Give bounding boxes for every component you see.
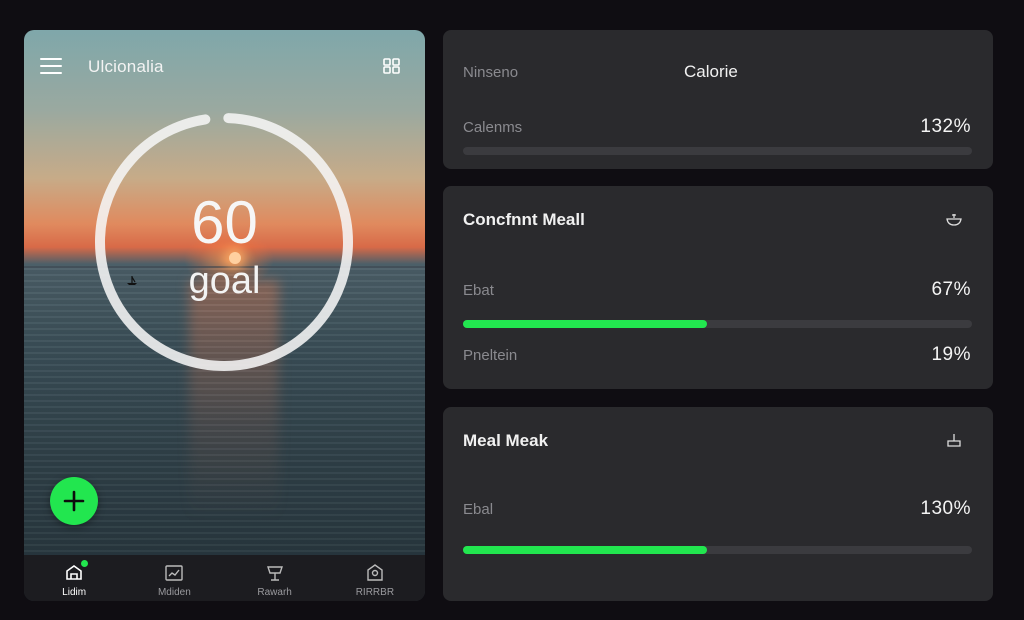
nav-item-food[interactable]: Rawarh <box>225 555 325 601</box>
protein-label: Pneltein <box>463 347 518 364</box>
calorie-summary-card: Ninseno Calorie Calenms 132% <box>443 30 993 169</box>
fat-progress-fill <box>463 546 708 554</box>
food-icon <box>266 566 283 581</box>
nav-label: RIRRBR <box>355 587 395 598</box>
calories-label: Calenms <box>463 119 523 136</box>
profile-icon <box>367 564 383 581</box>
summary-title: Calorie <box>684 62 738 81</box>
calories-progress-track <box>463 147 972 155</box>
goal-value: 60 <box>191 189 258 256</box>
meal-card-2: Meal Meak Ebal 130% <box>443 407 993 601</box>
nav-item-stats[interactable]: Mdiden <box>124 555 224 601</box>
app-header: Ulcionalia <box>24 52 425 80</box>
nav-label: Mdiden <box>157 587 191 598</box>
meal-card-title: Concfnnt Meall <box>463 210 585 229</box>
nav-item-profile[interactable]: RIRRBR <box>325 555 425 601</box>
protein-percent: 19% <box>931 344 971 365</box>
fat-progress-track <box>463 320 972 328</box>
fat-percent: 67% <box>931 279 971 300</box>
plus-icon <box>63 490 85 512</box>
cup-icon[interactable] <box>945 431 963 449</box>
phone-panel: Ulcionalia 60 goal Lidim Mdiden Rawarh R… <box>24 30 425 601</box>
meal-card-1: Concfnnt Meall Ebat 67% Pneltein 19% <box>443 186 993 389</box>
meal-card-title: Meal Meak <box>463 431 549 450</box>
nav-item-home[interactable]: Lidim <box>24 555 124 601</box>
app-title: Ulcionalia <box>88 57 164 76</box>
hamburger-menu-icon[interactable] <box>40 58 62 74</box>
fat-label: Ebat <box>463 282 494 299</box>
summary-left-label: Ninseno <box>463 64 519 81</box>
grid-icon[interactable] <box>381 56 403 76</box>
add-button[interactable] <box>50 477 98 525</box>
goal-label: goal <box>188 260 261 302</box>
bottom-navigation: Lidim Mdiden Rawarh RIRRBR <box>24 555 425 601</box>
calories-percent: 132% <box>920 116 971 137</box>
stats-icon <box>165 565 184 581</box>
fat-progress-fill <box>463 320 708 328</box>
fat-percent: 130% <box>920 498 971 519</box>
nav-label: Lidim <box>62 587 87 598</box>
nav-label: Rawarh <box>257 587 292 598</box>
fat-progress-track <box>463 546 972 554</box>
bowl-icon[interactable] <box>945 210 963 228</box>
active-indicator-dot <box>81 560 88 567</box>
fat-label: Ebal <box>463 501 494 518</box>
